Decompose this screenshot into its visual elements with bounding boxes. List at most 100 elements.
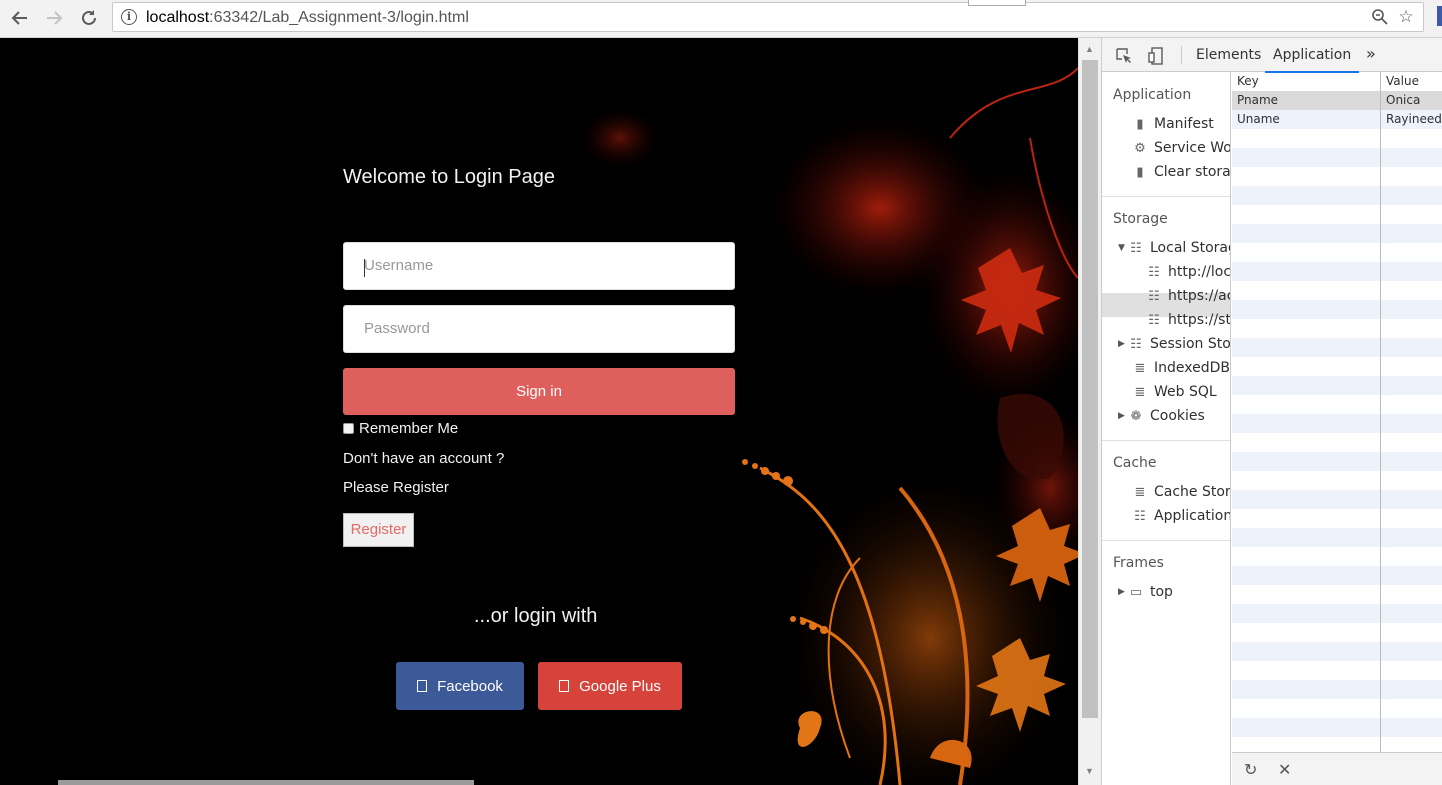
empty-table-row [1232,205,1442,224]
empty-table-row [1232,243,1442,262]
facebook-icon [417,680,428,692]
collapsed-triangle-icon[interactable]: ▶ [1118,339,1128,349]
database-icon: ≣ [1134,484,1146,500]
row-value: Onica [1386,93,1421,107]
empty-table-row [1232,319,1442,338]
refresh-icon[interactable]: ↻ [1244,760,1257,779]
empty-table-row [1232,585,1442,604]
application-sidebar: Application ▮ Manifest ⚙ Service Wor ▮ Clea… [1102,72,1231,785]
empty-table-row [1232,490,1442,509]
expanded-triangle-icon[interactable]: ▼ [1118,243,1128,253]
key-column-header[interactable]: Key [1232,72,1380,91]
table-row[interactable]: Uname Rayineedi [1232,110,1442,129]
empty-table-row [1232,737,1442,752]
empty-table-row [1232,642,1442,661]
scroll-down-icon[interactable]: ▼ [1085,766,1094,776]
devtools-tab-bar: Elements Application » [1102,38,1442,73]
storage-section-header: Storage [1113,211,1168,227]
google-plus-login-button[interactable]: Google Plus [538,662,682,710]
sidebar-item-indexeddb[interactable]: ≣ IndexedDB [1132,360,1230,376]
empty-table-row [1232,509,1442,528]
empty-table-row [1232,262,1442,281]
sidebar-item-manifest[interactable]: ▮ Manifest [1132,116,1213,132]
sidebar-item-application-cache[interactable]: ☷ Application [1132,508,1230,524]
username-input[interactable]: Username [343,242,735,290]
remember-me[interactable]: Remember Me [343,420,458,437]
frames-section-header: Frames [1113,555,1164,571]
arrow-right-icon [47,11,63,25]
no-account-text: Don't have an account ? [343,450,505,467]
extension-icon[interactable] [1437,6,1442,26]
grid-icon: ☷ [1134,508,1146,524]
password-input[interactable]: Password [343,305,735,353]
reload-icon [82,10,96,25]
sidebar-item-clear-storage[interactable]: ▮Clear storag [1132,164,1230,180]
grid-icon: ☷ [1130,240,1142,256]
remember-checkbox[interactable] [343,423,354,434]
sidebar-item-local-origin[interactable]: ☷ https://ac [1146,288,1230,304]
divider [1102,440,1230,441]
back-button[interactable] [6,4,34,32]
register-button[interactable]: Register [343,513,414,547]
empty-table-row [1232,148,1442,167]
row-key: Uname [1237,112,1280,126]
value-column-header[interactable]: Value [1381,72,1442,91]
sidebar-item-session-storage[interactable]: ▶ ☷ Session Stor [1118,336,1230,352]
collapsed-triangle-icon[interactable]: ▶ [1118,587,1128,597]
empty-table-row [1232,528,1442,547]
empty-table-row [1232,433,1442,452]
page-scrollbar[interactable]: ▲ ▼ [1078,38,1101,785]
sidebar-item-service-workers[interactable]: ⚙ Service Wor [1132,140,1230,156]
address-bar[interactable]: i localhost:63342/Lab_Assignment-3/login… [112,2,1424,32]
or-login-with-text: ...or login with [474,605,598,627]
table-footer: ↻ ✕ [1232,752,1442,785]
empty-table-row [1232,452,1442,471]
sidebar-item-frames-top[interactable]: ▶ ▭ top [1118,584,1173,600]
remember-label: Remember Me [359,420,459,437]
star-icon[interactable]: ☆ [1395,6,1417,28]
sidebar-item-local-origin[interactable]: ☷https://sta [1146,312,1230,328]
sidebar-item-web-sql[interactable]: ≣ Web SQL [1132,384,1217,400]
tab-application[interactable]: Application [1264,47,1360,73]
row-value: Rayineedi [1386,112,1442,126]
delete-icon[interactable]: ✕ [1278,760,1291,779]
empty-table-row [1232,224,1442,243]
row-key: Pname [1237,93,1279,107]
frame-icon: ▭ [1129,584,1143,600]
sidebar-item-local-storage[interactable]: ▼ ☷ Local Storag [1118,240,1230,256]
scrollbar-thumb[interactable] [1082,60,1098,718]
empty-table-row [1232,186,1442,205]
device-toolbar-icon[interactable] [1146,46,1166,66]
reload-button[interactable] [75,4,103,32]
trash-icon: ▮ [1136,164,1144,180]
tab-elements[interactable]: Elements [1196,47,1261,63]
database-icon: ≣ [1134,384,1146,400]
more-tabs-button[interactable]: » [1366,44,1376,63]
horizontal-scrollbar-thumb[interactable] [58,780,474,785]
empty-table-row [1232,604,1442,623]
collapsed-triangle-icon[interactable]: ▶ [1118,411,1128,421]
please-register-text: Please Register [343,479,449,496]
facebook-label: Facebook [437,677,503,695]
gear-icon: ⚙ [1134,140,1146,156]
arrow-left-icon [11,11,27,25]
sign-in-button[interactable]: Sign in [343,368,735,415]
inspect-element-icon[interactable] [1114,46,1134,66]
forward-button[interactable] [40,4,68,32]
scroll-up-icon[interactable]: ▲ [1085,44,1094,54]
sidebar-item-local-origin[interactable]: ☷http://loca [1146,264,1230,280]
google-plus-icon [559,680,570,692]
zoom-icon[interactable] [1369,6,1391,28]
cookie-icon: ❁ [1130,408,1142,424]
url-text[interactable]: localhost:63342/Lab_Assignment-3/login.h… [146,9,469,27]
separator [1181,46,1182,64]
storage-table: Key Value Pname Onica Uname Rayineedi [1232,72,1442,752]
table-row[interactable]: Pname Onica [1232,91,1442,110]
facebook-login-button[interactable]: Facebook [396,662,524,710]
empty-table-row [1232,718,1442,737]
sidebar-item-cookies[interactable]: ▶ ❁ Cookies [1118,408,1205,424]
info-icon[interactable]: i [121,9,137,25]
grid-icon: ☷ [1130,336,1142,352]
database-icon: ≣ [1134,360,1146,376]
sidebar-item-cache-storage[interactable]: ≣ Cache Stora [1132,484,1230,500]
